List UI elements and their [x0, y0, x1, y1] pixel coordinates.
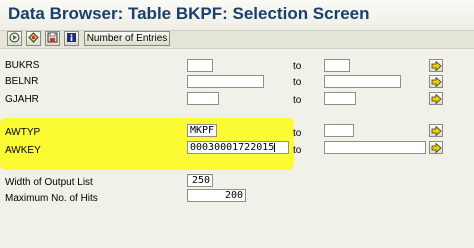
gjahr-multiple-selection-button[interactable] — [429, 92, 443, 105]
to-label: to — [293, 145, 302, 156]
awkey-from-value: 00030001722015 — [190, 142, 275, 153]
maximum-hits-label: Maximum No. of Hits — [5, 193, 98, 204]
field-label-bukrs: BUKRS — [5, 60, 40, 71]
awkey-from-input[interactable]: 00030001722015 — [187, 141, 289, 154]
arrow-right-icon — [431, 143, 442, 153]
field-label-gjahr: GJAHR — [5, 94, 39, 105]
awtyp-from-input[interactable]: MKPF — [187, 124, 217, 137]
gjahr-from-input[interactable] — [187, 92, 219, 105]
arrow-right-icon — [431, 61, 442, 71]
page-title: Data Browser: Table BKPF: Selection Scre… — [8, 4, 370, 23]
bukrs-from-input[interactable] — [187, 59, 213, 72]
bukrs-to-input[interactable] — [324, 59, 350, 72]
awkey-multiple-selection-button[interactable] — [429, 141, 443, 154]
width-of-output-list-label: Width of Output List — [5, 177, 93, 188]
awtyp-to-input[interactable] — [324, 124, 354, 137]
title-bar: Data Browser: Table BKPF: Selection Scre… — [0, 0, 474, 30]
arrow-right-icon — [431, 94, 442, 104]
to-label: to — [293, 61, 302, 72]
awkey-to-input[interactable] — [324, 141, 426, 154]
get-variant-button[interactable] — [26, 31, 41, 46]
text-cursor — [274, 142, 276, 152]
belnr-to-input[interactable] — [324, 75, 401, 88]
to-label: to — [293, 77, 302, 88]
field-label-belnr: BELNR — [5, 76, 39, 87]
maximum-hits-input[interactable]: 200 — [187, 189, 246, 202]
width-of-output-list-input[interactable]: 250 — [187, 174, 213, 187]
arrow-right-icon — [431, 126, 442, 136]
belnr-from-input[interactable] — [187, 75, 264, 88]
gjahr-to-input[interactable] — [324, 92, 356, 105]
awtyp-multiple-selection-button[interactable] — [429, 124, 443, 137]
field-label-awkey: AWKEY — [5, 145, 41, 156]
application-toolbar: Number of Entries — [0, 30, 474, 49]
execute-icon — [9, 32, 20, 46]
info-icon — [66, 32, 77, 46]
to-label: to — [293, 95, 302, 106]
bukrs-multiple-selection-button[interactable] — [429, 59, 443, 72]
execute-button[interactable] — [7, 31, 22, 46]
field-label-awtyp: AWTYP — [5, 127, 41, 138]
save-variant-icon — [47, 32, 58, 46]
info-button[interactable] — [64, 31, 79, 46]
number-of-entries-button[interactable]: Number of Entries — [84, 31, 170, 46]
belnr-multiple-selection-button[interactable] — [429, 75, 443, 88]
variant-icon — [28, 31, 39, 46]
to-label: to — [293, 128, 302, 139]
save-variant-button[interactable] — [45, 31, 60, 46]
arrow-right-icon — [431, 77, 442, 87]
